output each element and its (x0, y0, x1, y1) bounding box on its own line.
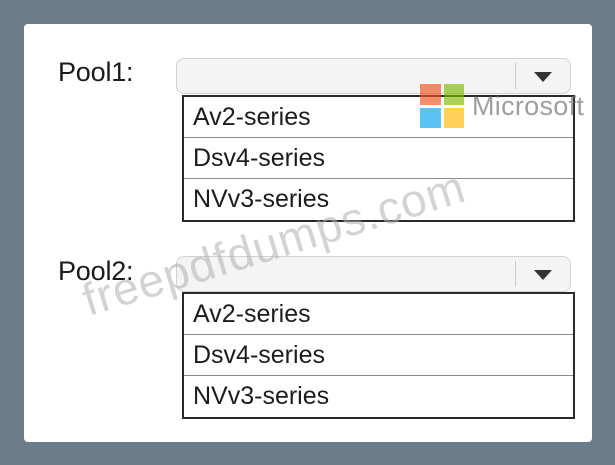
pool1-option-dsv4[interactable]: Dsv4-series (184, 138, 573, 179)
logo-square-yellow (443, 107, 464, 128)
chevron-down-icon[interactable] (525, 264, 561, 286)
logo-square-red (420, 84, 441, 105)
microsoft-logo: Microsoft (420, 84, 584, 128)
logo-square-green (443, 84, 464, 105)
logo-square-blue (420, 107, 441, 128)
pool2-option-av2[interactable]: Av2-series (184, 294, 573, 335)
pool2-options-list: Av2-series Dsv4-series NVv3-series (182, 292, 575, 419)
microsoft-logo-grid-icon (420, 84, 464, 128)
pool2-option-dsv4[interactable]: Dsv4-series (184, 335, 573, 376)
pool2-dropdown[interactable] (176, 256, 571, 292)
dropdown-separator (515, 261, 516, 287)
microsoft-logo-text: Microsoft (472, 90, 585, 121)
pool2-label: Pool2: (58, 256, 134, 286)
pool1-label: Pool1: (58, 57, 134, 87)
answer-panel: Pool1: Av2-series Dsv4-series NVv3-serie… (24, 24, 592, 442)
pool2-option-nvv3[interactable]: NVv3-series (184, 376, 573, 417)
pool1-option-nvv3[interactable]: NVv3-series (184, 179, 573, 220)
